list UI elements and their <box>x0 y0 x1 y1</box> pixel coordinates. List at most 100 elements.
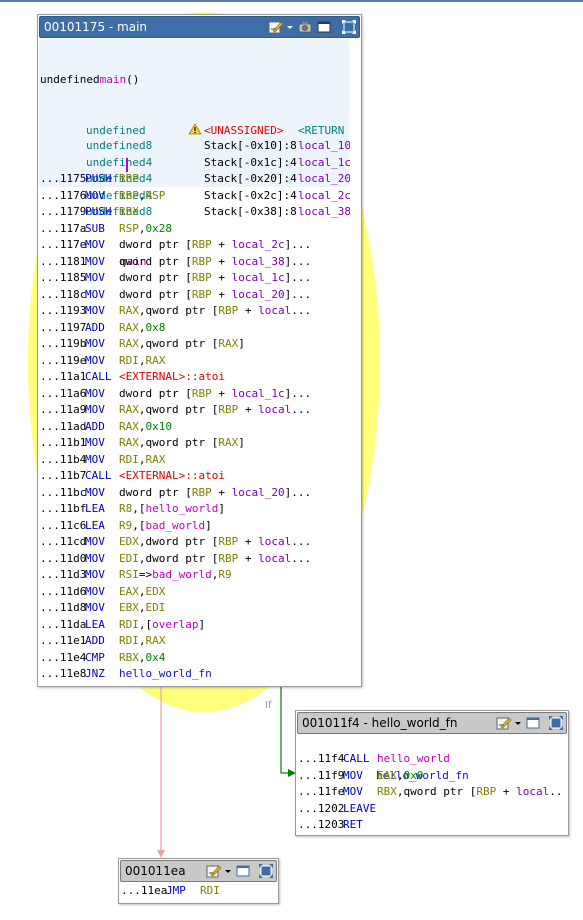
instruction-list: ...1175PUSH RBP ...1176MOV RBP,RSP ...1179PU… <box>40 171 358 683</box>
instruction-row[interactable]: ...1203RET <box>298 817 564 834</box>
operand-register: EDI <box>145 601 166 614</box>
code-block-main[interactable]: 00101175 - main undefinedmain() undefine… <box>37 14 362 687</box>
instruction-row[interactable]: ...1181MOV qword ptr [RBP + local_38]... <box>40 254 358 271</box>
signature-name[interactable]: main <box>100 73 127 86</box>
var-name[interactable]: <RETURN <box>298 124 344 137</box>
operand-symbol[interactable]: hello_world <box>377 752 450 765</box>
instruction-row[interactable]: ...11a9MOV RAX,qword ptr [RBP + local... <box>40 402 358 419</box>
operand-local[interactable]: local_2c <box>232 238 285 251</box>
operand-text: ... <box>291 535 312 548</box>
signature-type: undefined <box>40 73 100 86</box>
operand-symbol[interactable]: hello_world_fn <box>119 667 212 680</box>
instruction-row[interactable]: ...11daLEA RDI,[overlap] <box>40 617 358 634</box>
operand-text: + <box>211 271 232 284</box>
instruction-row[interactable]: ...1197ADD RAX,0x8 <box>40 320 358 337</box>
code-block-hello-world-fn[interactable]: 001011f4 - hello_world_fn hello_world_fn… <box>295 710 569 836</box>
maximize-icon[interactable] <box>525 715 541 731</box>
instruction-row[interactable]: ...118cMOV dword ptr [RBP + local_20]... <box>40 287 358 304</box>
instruction-row[interactable]: ...11e8JNZ hello_world_fn <box>40 666 358 683</box>
instruction-row[interactable]: ...119bMOV RAX,qword ptr [RAX] <box>40 336 358 353</box>
operand-local[interactable]: local <box>258 552 291 565</box>
instruction-row[interactable]: ...1179PUSH RBX <box>40 204 358 221</box>
instruction-row[interactable]: ...11a1CALL <EXTERNAL>::atoi <box>40 369 358 386</box>
operand-symbol[interactable]: <EXTERNAL>::atoi <box>119 370 225 383</box>
operand-local[interactable]: local <box>516 785 549 798</box>
instruction-row[interactable]: ...11d3MOV RSI=>bad_world,R9 <box>40 567 358 584</box>
operand-local[interactable]: local_20 <box>232 288 285 301</box>
block-titlebar[interactable]: 001011f4 - hello_world_fn <box>297 712 567 734</box>
snapshot-icon[interactable] <box>297 19 313 35</box>
instruction-row[interactable]: ...1185MOV dword ptr [RBP + local_1c]... <box>40 270 358 287</box>
instruction-row[interactable]: ...11e4CMP RBX,0x4 <box>40 650 358 667</box>
instruction-row[interactable]: ...11bcMOV dword ptr [RBP + local_20]... <box>40 485 358 502</box>
block-titlebar[interactable]: 001011ea <box>120 860 277 882</box>
operand-symbol[interactable]: hello_world <box>146 502 219 515</box>
instruction-row[interactable]: ...11eaJMP RDI <box>121 883 275 900</box>
fullscreen-icon[interactable] <box>258 863 274 879</box>
instruction-row[interactable]: ...11b4MOV RDI,RAX <box>40 452 358 469</box>
instruction-row[interactable]: ...1176MOV RBP,RSP <box>40 188 358 205</box>
fullscreen-icon[interactable] <box>341 19 357 35</box>
operand-local[interactable]: local <box>258 304 291 317</box>
instruction-row[interactable]: ...11f9MOV EAX,0x0 <box>298 768 564 785</box>
chevron-down-icon[interactable] <box>287 19 294 35</box>
instruction-mnemonic: LEA <box>85 518 105 532</box>
fullscreen-icon[interactable] <box>548 715 564 731</box>
instruction-row[interactable]: ...11feMOV RBX,qword ptr [RBP + local... <box>298 784 564 801</box>
edit-icon[interactable] <box>206 863 222 879</box>
instruction-row[interactable]: ...11b7CALL <EXTERNAL>::atoi <box>40 468 358 485</box>
operand-local[interactable]: local_38 <box>232 255 285 268</box>
var-name[interactable]: local_1c <box>298 156 350 169</box>
operand-local[interactable]: local <box>258 403 291 416</box>
instruction-row[interactable]: ...117eMOV dword ptr [RBP + local_2c]... <box>40 237 358 254</box>
var-name[interactable]: local_10 <box>298 139 350 152</box>
operand-register: RDI <box>200 884 220 897</box>
operand-symbol[interactable]: bad_world <box>146 519 206 532</box>
block-title: 00101175 - main <box>44 20 148 34</box>
operand-local[interactable]: local_1c <box>232 271 285 284</box>
instruction-row[interactable]: ...119eMOV RDI,RAX <box>40 353 358 370</box>
instruction-row[interactable]: ...11e1ADD RDI,RAX <box>40 633 358 650</box>
instruction-row[interactable]: ...11f4CALL hello_world <box>298 751 564 768</box>
instruction-row[interactable]: ...11cdMOV EDX,dword ptr [RBP + local... <box>40 534 358 551</box>
operand-symbol[interactable]: <EXTERNAL>::atoi <box>119 469 225 482</box>
edit-icon[interactable] <box>496 715 512 731</box>
operand-local[interactable]: local_20 <box>232 486 285 499</box>
operand-symbol[interactable]: bad_world <box>152 568 212 581</box>
operand-local[interactable]: local_1c <box>232 387 285 400</box>
instruction-row[interactable]: ...1202LEAVE <box>298 801 564 818</box>
instruction-row[interactable]: ...11c6LEA R9,[bad_world] <box>40 518 358 535</box>
instruction-row[interactable]: ...11d6MOV EAX,EDX <box>40 584 358 601</box>
instruction-mnemonic: PUSH <box>85 205 112 218</box>
instruction-row[interactable]: ...11a6MOV dword ptr [RBP + local_1c]... <box>40 386 358 403</box>
block-titlebar[interactable]: 00101175 - main <box>39 16 360 38</box>
chevron-down-icon[interactable] <box>515 715 522 731</box>
operand-register: RAX <box>145 452 166 466</box>
code-block-001011ea[interactable]: 001011ea ...11eaJMP RDI <box>118 858 279 904</box>
instruction-row[interactable]: ...11d8MOV EBX,EDI <box>40 600 358 617</box>
instruction-address: ...11e8 <box>40 667 87 680</box>
operand-text: + <box>211 287 232 301</box>
operand-text: + <box>211 485 232 499</box>
instruction-mnemonic: MOV <box>85 584 105 598</box>
operand-symbol[interactable]: overlap <box>152 618 198 631</box>
operand-text: + <box>238 551 259 565</box>
maximize-icon[interactable] <box>316 19 332 35</box>
operand-register: RBP <box>476 785 497 798</box>
instruction-address: ...11b1 <box>40 436 87 449</box>
edit-icon[interactable] <box>268 19 284 35</box>
operand-text: + <box>211 254 232 268</box>
operand-register: RBP <box>218 403 239 416</box>
instruction-row[interactable]: ...1193MOV RAX,qword ptr [RBP + local... <box>40 303 358 320</box>
operand-local[interactable]: local <box>258 535 291 548</box>
operand-text: + <box>211 386 232 400</box>
instruction-row[interactable]: ...1175PUSH RBP <box>40 171 358 188</box>
instruction-row[interactable]: ...11b1MOV RAX,qword ptr [RAX] <box>40 435 358 452</box>
operand-text: ,qword ptr [ <box>396 785 477 798</box>
instruction-row[interactable]: ...11bfLEA R8,[hello_world] <box>40 501 358 518</box>
instruction-row[interactable]: ...11adADD RAX,0x10 <box>40 419 358 436</box>
instruction-row[interactable]: ...11d0MOV EDI,dword ptr [RBP + local... <box>40 551 358 568</box>
maximize-icon[interactable] <box>235 863 251 879</box>
chevron-down-icon[interactable] <box>225 863 232 879</box>
instruction-row[interactable]: ...117aSUB RSP,0x28 <box>40 221 358 238</box>
